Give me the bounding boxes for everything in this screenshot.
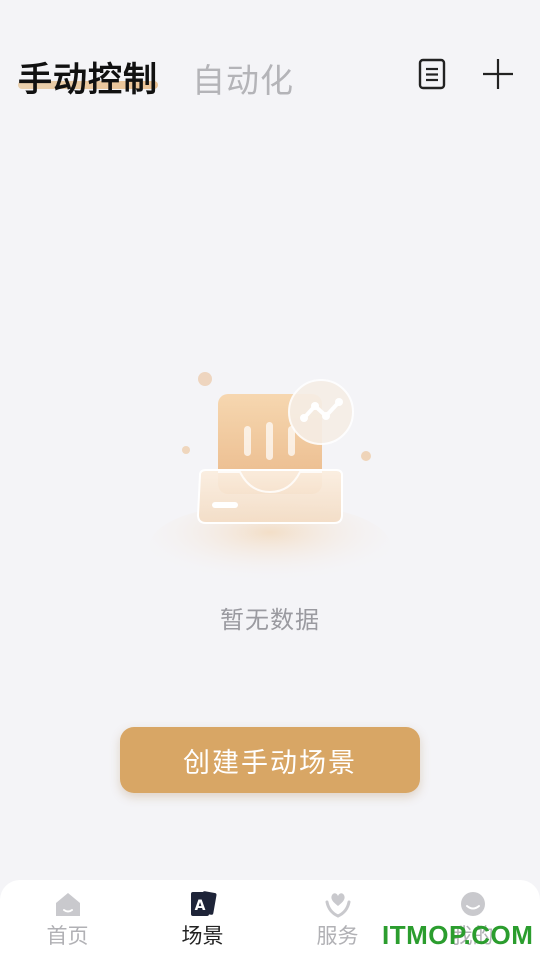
nav-item-home[interactable]: 首页 [0,880,135,960]
scene-card-icon: A [190,891,216,916]
nav-label-scene: 场景 [181,924,224,948]
svg-text:A: A [194,898,205,914]
add-plus-icon[interactable] [482,58,514,90]
header: 手动控制 自动化 [0,0,540,140]
empty-state-message: 暂无数据 [220,606,320,634]
document-list-icon[interactable] [416,58,448,90]
tab-automation[interactable]: 自动化 [192,54,294,102]
empty-box-icon [140,360,400,587]
tab-manual-control[interactable]: 手动控制 [18,52,158,101]
profile-face-icon [460,892,485,916]
nav-item-scene[interactable]: A 场景 [135,880,270,960]
home-icon [55,893,80,916]
nav-label-home: 首页 [46,924,89,948]
heart-hands-icon [325,893,350,918]
watermark: ITMOP.COM [382,920,534,950]
nav-label-service: 服务 [316,924,359,948]
create-manual-scene-button[interactable]: 创建手动场景 [120,727,420,793]
